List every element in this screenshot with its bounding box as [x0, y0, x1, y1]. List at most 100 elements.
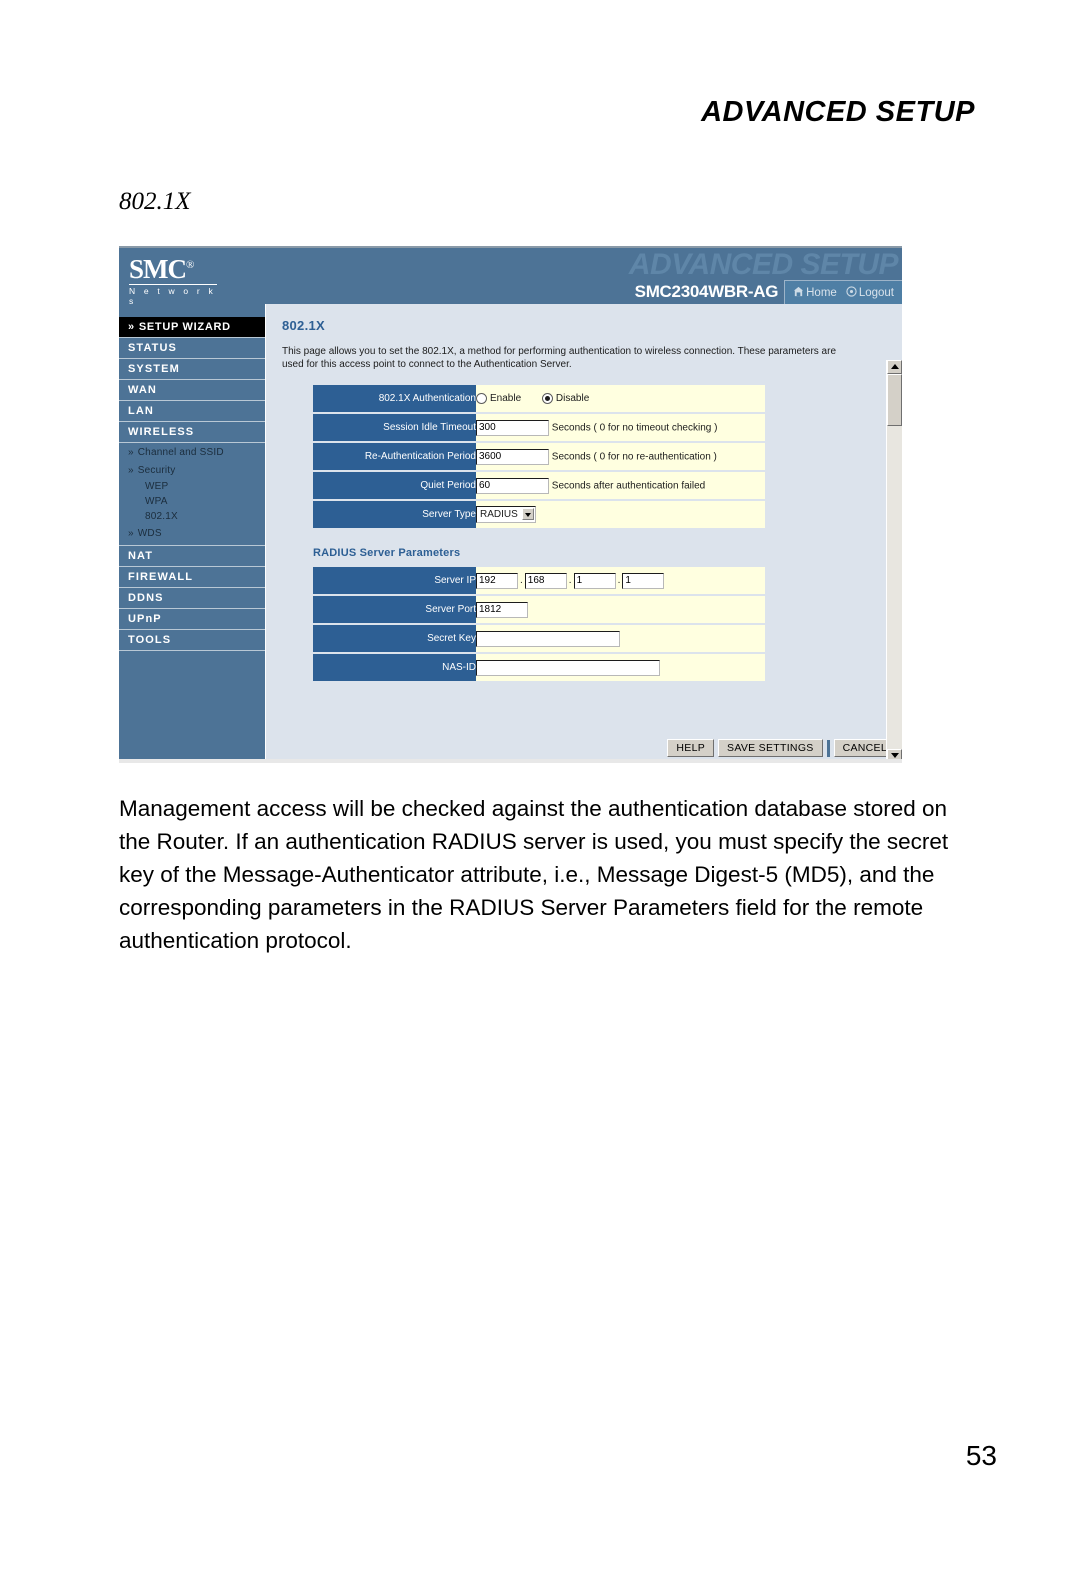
sidebar-item-label: WDS [137, 528, 162, 539]
radio-disable-label: Disable [555, 393, 590, 405]
server-port-value-cell: 1812 [476, 595, 765, 625]
sidebar-item-security[interactable]: » Security [119, 461, 265, 479]
secret-key-value-cell [476, 624, 765, 654]
server-type-label: Server Type [313, 500, 476, 530]
nav-logout-label: Logout [858, 286, 894, 299]
sidebar-item-ddns[interactable]: DDNS [119, 588, 265, 609]
sidebar-item-8021x[interactable]: 802.1X [119, 509, 265, 524]
radio-enable[interactable]: Enable [476, 392, 522, 405]
model-number: SMC2304WBR-AG [624, 280, 785, 304]
server-port-label: Server Port [313, 595, 476, 625]
sidebar-item-label: SETUP WIZARD [138, 321, 231, 333]
sidebar-item-wan[interactable]: WAN [119, 380, 265, 401]
registered-mark-icon: ® [186, 259, 194, 271]
sidebar-item-wpa[interactable]: WPA [119, 494, 265, 509]
server-type-selected-value: RADIUS [480, 509, 518, 520]
sidebar-item-wireless[interactable]: WIRELESS [119, 422, 265, 443]
server-port-input[interactable]: 1812 [476, 601, 528, 618]
header-watermark: ADVANCED SETUP [628, 248, 899, 281]
quiet-period-value-cell: 60 Seconds after authentication failed [476, 471, 765, 501]
radio-button-selected-icon [541, 392, 553, 404]
radius-parameters-table: Server IP 192. 168. 1. 1 Server Port 1812 S… [313, 567, 765, 683]
table-row: 802.1X Authentication Enable Disable [313, 385, 765, 414]
app-header: ADVANCED SETUP SMC® N e t w o r k s SMC2… [119, 248, 902, 304]
sidebar-item-setup-wizard[interactable]: » SETUP WIZARD [119, 317, 265, 338]
server-ip-value-cell: 192. 168. 1. 1 [476, 567, 765, 596]
server-ip-octet-1[interactable]: 192 [476, 572, 518, 589]
sidebar-item-wep[interactable]: WEP [119, 479, 265, 494]
table-row: Re-Authentication Period 3600 Seconds ( … [313, 442, 765, 472]
session-idle-label: Session Idle Timeout [313, 413, 476, 443]
table-row: NAS-ID [313, 653, 765, 683]
sidebar-item-status[interactable]: STATUS [119, 338, 265, 359]
server-ip-octet-2[interactable]: 168 [524, 572, 567, 589]
sidebar-item-label: Channel and SSID [137, 447, 224, 458]
chevron-right-icon: » [128, 321, 135, 333]
reauth-period-input[interactable]: 3600 [476, 448, 549, 465]
body-paragraph: Management access will be checked agains… [119, 796, 949, 953]
server-ip-octet-3[interactable]: 1 [573, 572, 616, 589]
secret-key-label: Secret Key [313, 624, 476, 654]
scrollbar-track[interactable] [887, 374, 902, 749]
section-title: 802.1X [119, 188, 191, 215]
brand-tagline: N e t w o r k s [129, 284, 217, 304]
session-idle-value-cell: 300 Seconds ( 0 for no timeout checking … [476, 413, 765, 443]
auth-label: 802.1X Authentication [313, 385, 476, 414]
radius-section-title: RADIUS Server Parameters [313, 547, 461, 559]
button-separator [826, 739, 830, 757]
nav-home[interactable]: Home [793, 286, 837, 300]
scroll-up-icon[interactable] [887, 360, 902, 374]
radio-disable[interactable]: Disable [541, 392, 590, 405]
ip-separator: . [617, 575, 621, 587]
server-ip-octet-4[interactable]: 1 [622, 572, 665, 589]
table-row: Server Port 1812 [313, 595, 765, 625]
nav-home-label: Home [806, 286, 837, 299]
nav-logout[interactable]: Logout [846, 285, 894, 300]
home-icon [793, 286, 804, 300]
smc-logo: SMC® N e t w o r k s [129, 252, 217, 304]
sidebar-item-nat[interactable]: NAT [119, 546, 265, 567]
quiet-period-input[interactable]: 60 [476, 477, 549, 494]
sidebar-item-firewall[interactable]: FIREWALL [119, 567, 265, 588]
server-type-value-cell: RADIUS [476, 500, 765, 530]
chevron-right-icon: » [128, 447, 134, 458]
sidebar-item-label: Security [137, 465, 176, 476]
running-header: ADVANCED SETUP [701, 96, 975, 128]
table-row: Server Type RADIUS [313, 500, 765, 530]
8021x-settings-table: 802.1X Authentication Enable Disable Ses… [313, 385, 765, 530]
chevron-right-icon: » [128, 528, 134, 539]
quiet-period-label: Quiet Period [313, 471, 476, 501]
secret-key-input[interactable] [476, 630, 620, 647]
sidebar-item-system[interactable]: SYSTEM [119, 359, 265, 380]
sidebar-item-tools[interactable]: TOOLS [119, 630, 265, 651]
server-ip-label: Server IP [313, 567, 476, 596]
brand-name: SMC [129, 254, 187, 284]
sidebar-item-upnp[interactable]: UPnP [119, 609, 265, 630]
sidebar-item-channel-and-ssid[interactable]: » Channel and SSID [119, 443, 265, 461]
session-idle-input[interactable]: 300 [476, 419, 549, 436]
help-button[interactable]: HELP [667, 739, 715, 757]
content-inner: 802.1X This page allows you to set the 8… [266, 304, 902, 739]
ip-separator: . [520, 575, 523, 587]
content-pane: 802.1X This page allows you to set the 8… [265, 304, 902, 763]
save-settings-button[interactable]: SAVE SETTINGS [718, 739, 823, 757]
header-nav: Home Logout [784, 280, 902, 304]
nas-id-input[interactable] [476, 659, 660, 676]
radio-enable-label: Enable [490, 393, 522, 405]
server-type-select[interactable]: RADIUS [476, 506, 536, 523]
reauth-period-hint: Seconds ( 0 for no re-authentication ) [551, 451, 717, 463]
reauth-period-label: Re-Authentication Period [313, 442, 476, 472]
scrollbar-thumb[interactable] [887, 374, 902, 426]
vertical-scrollbar[interactable] [886, 360, 902, 763]
session-idle-hint: Seconds ( 0 for no timeout checking ) [551, 422, 718, 434]
quiet-period-hint: Seconds after authentication failed [551, 480, 706, 492]
sidebar-item-lan[interactable]: LAN [119, 401, 265, 422]
page-title: 802.1X [282, 318, 326, 333]
sidebar-wireless-submenu: » Channel and SSID » Security WEP WPA 802.… [119, 443, 265, 546]
chevron-down-icon [521, 508, 534, 521]
table-row: Secret Key [313, 624, 765, 654]
table-row: Quiet Period 60 Seconds after authentica… [313, 471, 765, 501]
ip-separator: . [568, 575, 572, 587]
sidebar-item-wds[interactable]: » WDS [119, 524, 265, 542]
auth-value-cell: Enable Disable [476, 385, 765, 414]
